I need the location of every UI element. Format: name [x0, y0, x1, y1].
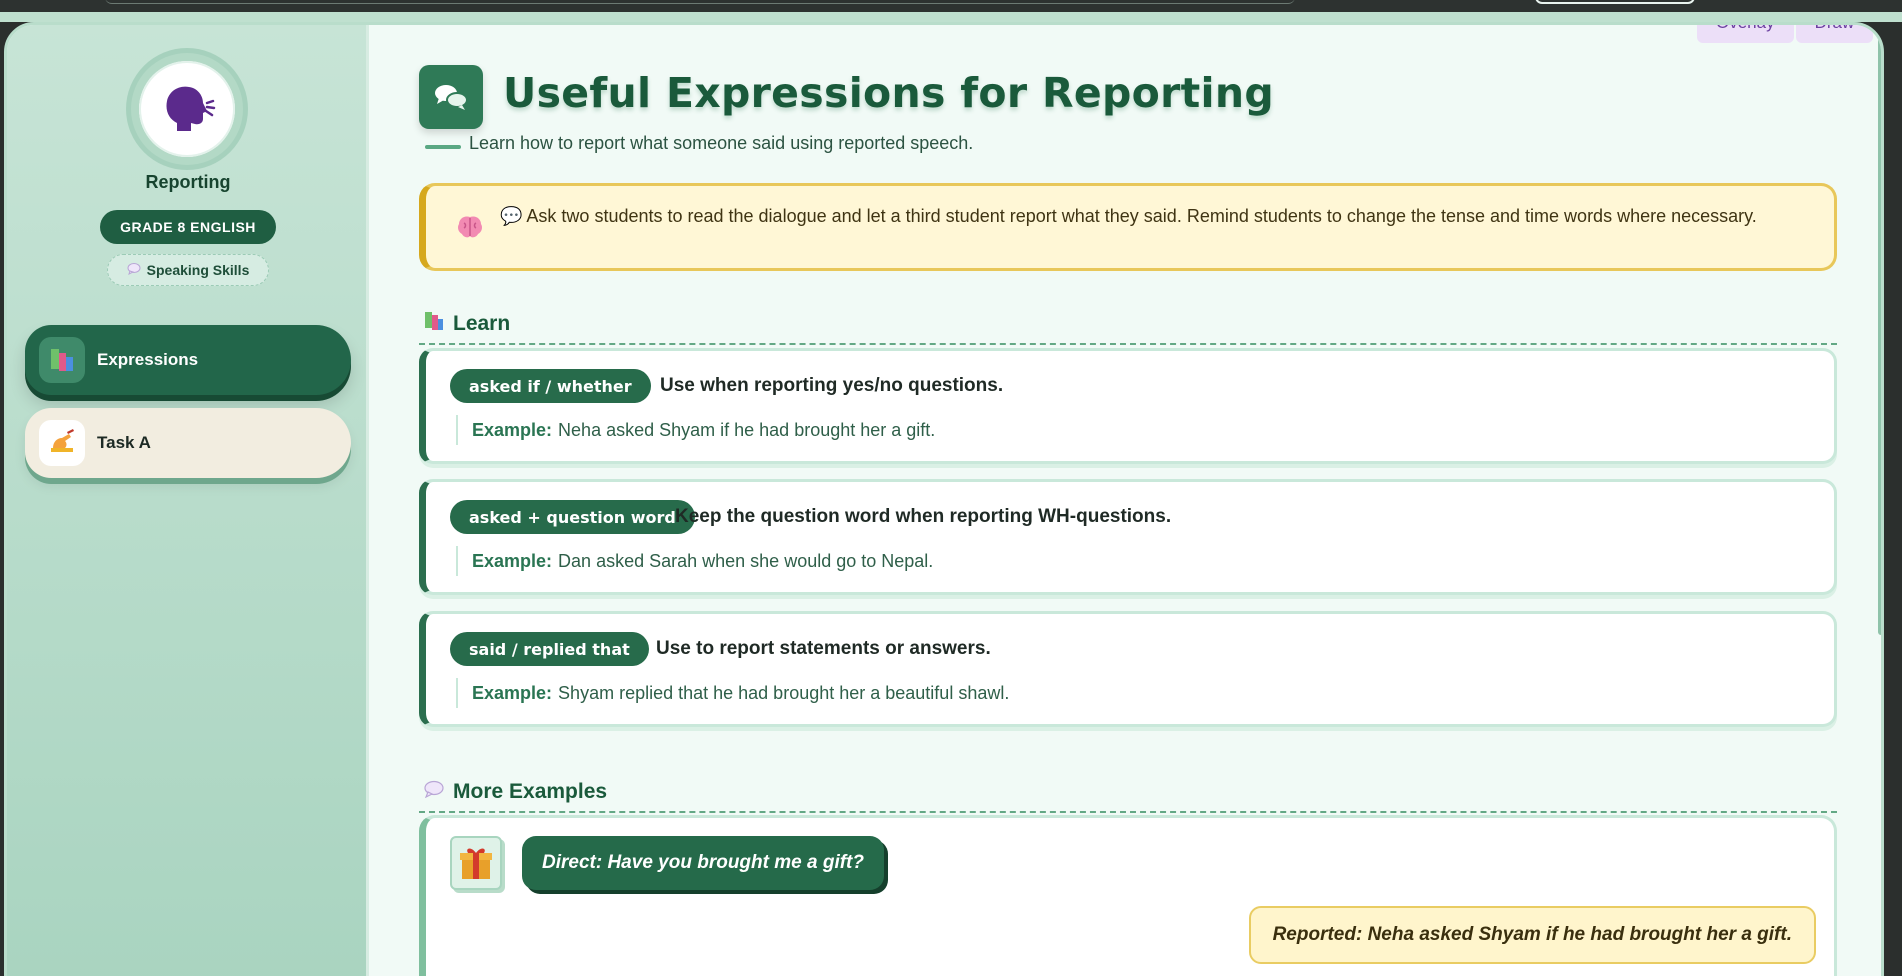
- gift-icon: [450, 836, 502, 890]
- expression-card: asked if / whether Use when reporting ye…: [419, 348, 1837, 464]
- learn-section-header: Learn: [419, 305, 1837, 345]
- example-dialogue-card: Direct: Have you brought me a gift? Repo…: [419, 815, 1837, 976]
- example-label: Example:: [472, 682, 553, 703]
- address-bar[interactable]: [105, 0, 1295, 4]
- sidebar-item-expressions[interactable]: Expressions: [25, 325, 351, 395]
- example-text: Neha asked Shyam if he had brought her a…: [558, 419, 936, 440]
- expression-phrase: asked if / whether: [450, 369, 651, 403]
- speech-bubble-icon: [423, 780, 445, 804]
- scrollbar[interactable]: [1878, 25, 1881, 635]
- grade-badge: GRADE 8 ENGLISH: [100, 210, 276, 244]
- direct-speech-bubble: Direct: Have you brought me a gift?: [522, 836, 884, 890]
- speech-bubble-icon: [127, 262, 141, 278]
- sidebar-item-label: Task A: [97, 433, 151, 452]
- expression-card: said / replied that Use to report statem…: [419, 611, 1837, 727]
- top-right-control[interactable]: [1535, 0, 1695, 4]
- brain-icon: [456, 214, 484, 246]
- expression-description: Use when reporting yes/no questions.: [660, 375, 1004, 396]
- expression-example: Example: Neha asked Shyam if he had brou…: [456, 415, 935, 445]
- example-text: Dan asked Sarah when she would go to Nep…: [558, 550, 934, 571]
- teacher-tip: 💬 Ask two students to read the dialogue …: [419, 183, 1837, 271]
- learn-section-title: Learn: [453, 312, 511, 335]
- example-text: Shyam replied that he had brought her a …: [558, 682, 1010, 703]
- expression-description: Keep the question word when reporting WH…: [675, 506, 1172, 527]
- page-title: Useful Expressions for Reporting: [503, 69, 1274, 117]
- page-subtitle: Learn how to report what someone said us…: [469, 133, 974, 153]
- expression-example: Example: Dan asked Sarah when she would …: [456, 546, 933, 576]
- expression-phrase: said / replied that: [450, 632, 649, 666]
- example-label: Example:: [472, 550, 553, 571]
- expression-card: asked + question word Keep the question …: [419, 479, 1837, 595]
- subtitle-accent: [425, 145, 461, 149]
- lesson-title: Reporting: [145, 172, 231, 192]
- sidebar: Reporting GRADE 8 ENGLISH Speaking Skill…: [7, 25, 369, 976]
- more-examples-section-header: More Examples: [419, 773, 1837, 813]
- sidebar-item-label: Expressions: [97, 350, 199, 369]
- more-examples-title: More Examples: [453, 780, 608, 803]
- skill-chip-label: Speaking Skills: [146, 262, 250, 278]
- sidebar-item-task-a[interactable]: Task A: [25, 408, 351, 478]
- main-content: Useful Expressions for Reporting Learn h…: [419, 25, 1837, 976]
- speaking-head-icon: [139, 61, 235, 157]
- writing-hand-icon: [39, 420, 85, 466]
- skill-chip: Speaking Skills: [107, 254, 269, 286]
- books-icon: [423, 310, 445, 338]
- books-icon: [39, 337, 85, 383]
- expression-phrase: asked + question word: [450, 500, 695, 534]
- expression-description: Use to report statements or answers.: [656, 638, 991, 659]
- browser-top-strip: [0, 0, 1902, 22]
- expression-example: Example: Shyam replied that he had broug…: [456, 678, 1009, 708]
- avatar: [131, 53, 243, 165]
- speech-bubbles-icon: [419, 65, 483, 129]
- app-window: Reporting GRADE 8 ENGLISH Speaking Skill…: [4, 22, 1884, 976]
- reported-speech-bubble: Reported: Neha asked Shyam if he had bro…: [1248, 906, 1816, 964]
- teacher-tip-text: 💬 Ask two students to read the dialogue …: [500, 206, 1757, 226]
- example-label: Example:: [472, 419, 553, 440]
